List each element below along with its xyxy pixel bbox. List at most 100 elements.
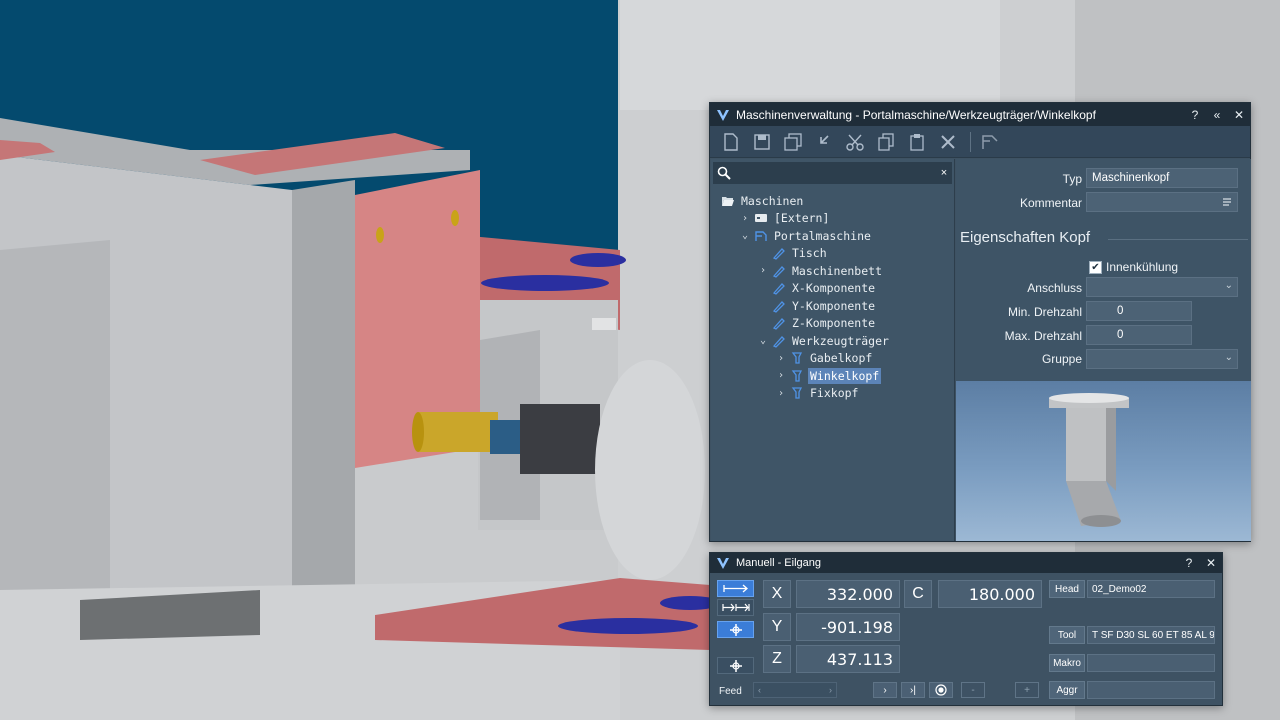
jog-target-button[interactable]	[717, 621, 754, 638]
component-icon	[772, 316, 786, 331]
machine-manager-titlebar[interactable]: Maschinenverwaltung - Portalmaschine/Wer…	[710, 103, 1250, 126]
jog-step-button[interactable]	[717, 599, 754, 616]
tool-field[interactable]: T SF D30 SL 60 ET 85 AL 90	[1087, 626, 1215, 644]
head-icon	[790, 351, 804, 365]
chevron-right-icon[interactable]: ›	[775, 387, 787, 399]
close-button[interactable]: ✕	[1200, 556, 1222, 570]
tree-node[interactable]: Tisch	[711, 245, 954, 263]
innenkuehlung-checkbox[interactable]: ✔	[1089, 261, 1102, 274]
jog-home-button[interactable]	[717, 657, 754, 674]
axis-z-value[interactable]: 437.113	[796, 645, 900, 673]
max-drehzahl-field[interactable]: 0	[1086, 325, 1192, 345]
axis-x-value[interactable]: 332.000	[796, 580, 900, 608]
tree-node[interactable]: ⌄ Portalmaschine	[711, 227, 954, 245]
tree-node-label: Y-Komponente	[792, 298, 876, 313]
manual-title: Manuell - Eilgang	[736, 557, 821, 569]
chevron-right-icon[interactable]: ›	[775, 352, 787, 364]
tree-node-label: Werkzeugträger	[792, 333, 889, 348]
minus-button[interactable]: -	[961, 682, 985, 698]
makro-button[interactable]: Makro	[1049, 654, 1085, 672]
tree-search-input[interactable]	[735, 164, 936, 182]
anschluss-select[interactable]: ⌄	[1086, 277, 1238, 297]
typ-field[interactable]: Maschinenkopf	[1086, 168, 1238, 188]
chevron-down-icon: ⌄	[1224, 352, 1233, 363]
chevron-right-icon[interactable]: ›	[757, 265, 769, 277]
tree-node[interactable]: › Maschinenbett	[711, 262, 954, 280]
folder-open-icon	[721, 194, 735, 208]
tree-node[interactable]: ⌄ Werkzeugträger	[711, 332, 954, 350]
chevron-down-icon[interactable]: ⌄	[757, 335, 769, 347]
tree-node-label: Fixkopf	[810, 386, 859, 401]
new-icon[interactable]	[720, 131, 742, 153]
tree-search-bar: ×	[713, 162, 952, 184]
manual-titlebar[interactable]: Manuell - Eilgang ? ✕	[710, 553, 1222, 573]
component-icon	[772, 246, 786, 261]
head-icon	[790, 369, 804, 383]
head-field[interactable]: 02_Demo02	[1087, 580, 1215, 598]
machine-manager-toolbar	[710, 126, 1250, 158]
jog-continuous-button[interactable]	[717, 580, 754, 597]
head-icon	[790, 386, 804, 400]
chevron-down-icon[interactable]: ⌄	[739, 230, 751, 242]
machine-icon[interactable]	[979, 131, 1001, 153]
scene-table-hole-2	[570, 253, 626, 267]
kommentar-label: Kommentar	[1019, 196, 1082, 210]
save-all-icon[interactable]	[782, 131, 804, 153]
feed-slider[interactable]: ‹ ›	[753, 682, 837, 698]
gruppe-select[interactable]: ⌄	[1086, 349, 1238, 369]
record-button[interactable]	[929, 682, 953, 698]
arrow-continuous-icon	[722, 584, 748, 593]
tool-button[interactable]: Tool	[1049, 626, 1085, 644]
chevron-right-icon[interactable]: ›	[775, 370, 787, 382]
tree-node[interactable]: Z-Komponente	[711, 315, 954, 333]
step-forward-button[interactable]: ›	[873, 682, 897, 698]
close-button[interactable]: ✕	[1228, 108, 1250, 122]
makro-field[interactable]	[1087, 654, 1215, 672]
cut-icon[interactable]	[844, 131, 866, 153]
save-icon[interactable]	[751, 131, 773, 153]
machine-manager-window: Maschinenverwaltung - Portalmaschine/Wer…	[709, 102, 1251, 542]
innenkuehlung-label: Innenkühlung	[1106, 260, 1179, 274]
scene-small-cap	[592, 318, 616, 330]
text-edit-icon[interactable]	[1222, 197, 1232, 207]
tree-node[interactable]: › Gabelkopf	[711, 350, 954, 368]
drive-icon	[754, 211, 768, 225]
aggr-field[interactable]	[1087, 681, 1215, 699]
axis-y-value[interactable]: -901.198	[796, 613, 900, 641]
kommentar-field[interactable]	[1086, 192, 1238, 212]
tree-node[interactable]: › [Extern]	[711, 210, 954, 228]
tree-node[interactable]: Y-Komponente	[711, 297, 954, 315]
plus-button[interactable]: +	[1015, 682, 1039, 698]
chevron-right-icon[interactable]: ›	[739, 212, 751, 224]
aggr-button[interactable]: Aggr	[1049, 681, 1085, 699]
tree-node-label: Maschinen	[741, 193, 804, 208]
axis-c-value[interactable]: 180.000	[938, 580, 1042, 608]
head-preview[interactable]	[956, 381, 1251, 541]
copy-icon[interactable]	[875, 131, 897, 153]
tree-node[interactable]: › Fixkopf	[711, 385, 954, 403]
undo-icon[interactable]	[813, 131, 835, 153]
scene-carriage-dark	[0, 240, 110, 640]
collapse-button[interactable]: «	[1206, 108, 1228, 122]
min-drehzahl-field[interactable]: 0	[1086, 301, 1192, 321]
help-button[interactable]: ?	[1184, 108, 1206, 122]
tree-node[interactable]: › Winkelkopf	[711, 367, 954, 385]
feed-left-arrow[interactable]: ‹	[758, 685, 761, 695]
app-logo-icon	[717, 558, 729, 569]
help-button[interactable]: ?	[1178, 556, 1200, 570]
max-drehzahl-label: Max. Drehzahl	[1004, 329, 1082, 343]
machine-icon	[754, 229, 768, 243]
properties-pane: Typ Maschinenkopf Kommentar Eigenschafte…	[956, 159, 1251, 381]
feed-right-arrow[interactable]: ›	[829, 685, 832, 695]
step-end-button[interactable]: ›|	[901, 682, 925, 698]
paste-icon[interactable]	[906, 131, 928, 153]
scene-table-hole	[481, 275, 609, 291]
tree-node[interactable]: X-Komponente	[711, 280, 954, 298]
head-button[interactable]: Head	[1049, 580, 1085, 598]
tree-node-label: X-Komponente	[792, 281, 876, 296]
tree-node[interactable]: Maschinen	[711, 192, 954, 210]
delete-icon[interactable]	[937, 131, 959, 153]
clear-search-button[interactable]: ×	[936, 167, 952, 179]
machine-tree-pane: × Maschinen › [Extern] ⌄ Portalmaschine Tisch…	[711, 159, 955, 541]
